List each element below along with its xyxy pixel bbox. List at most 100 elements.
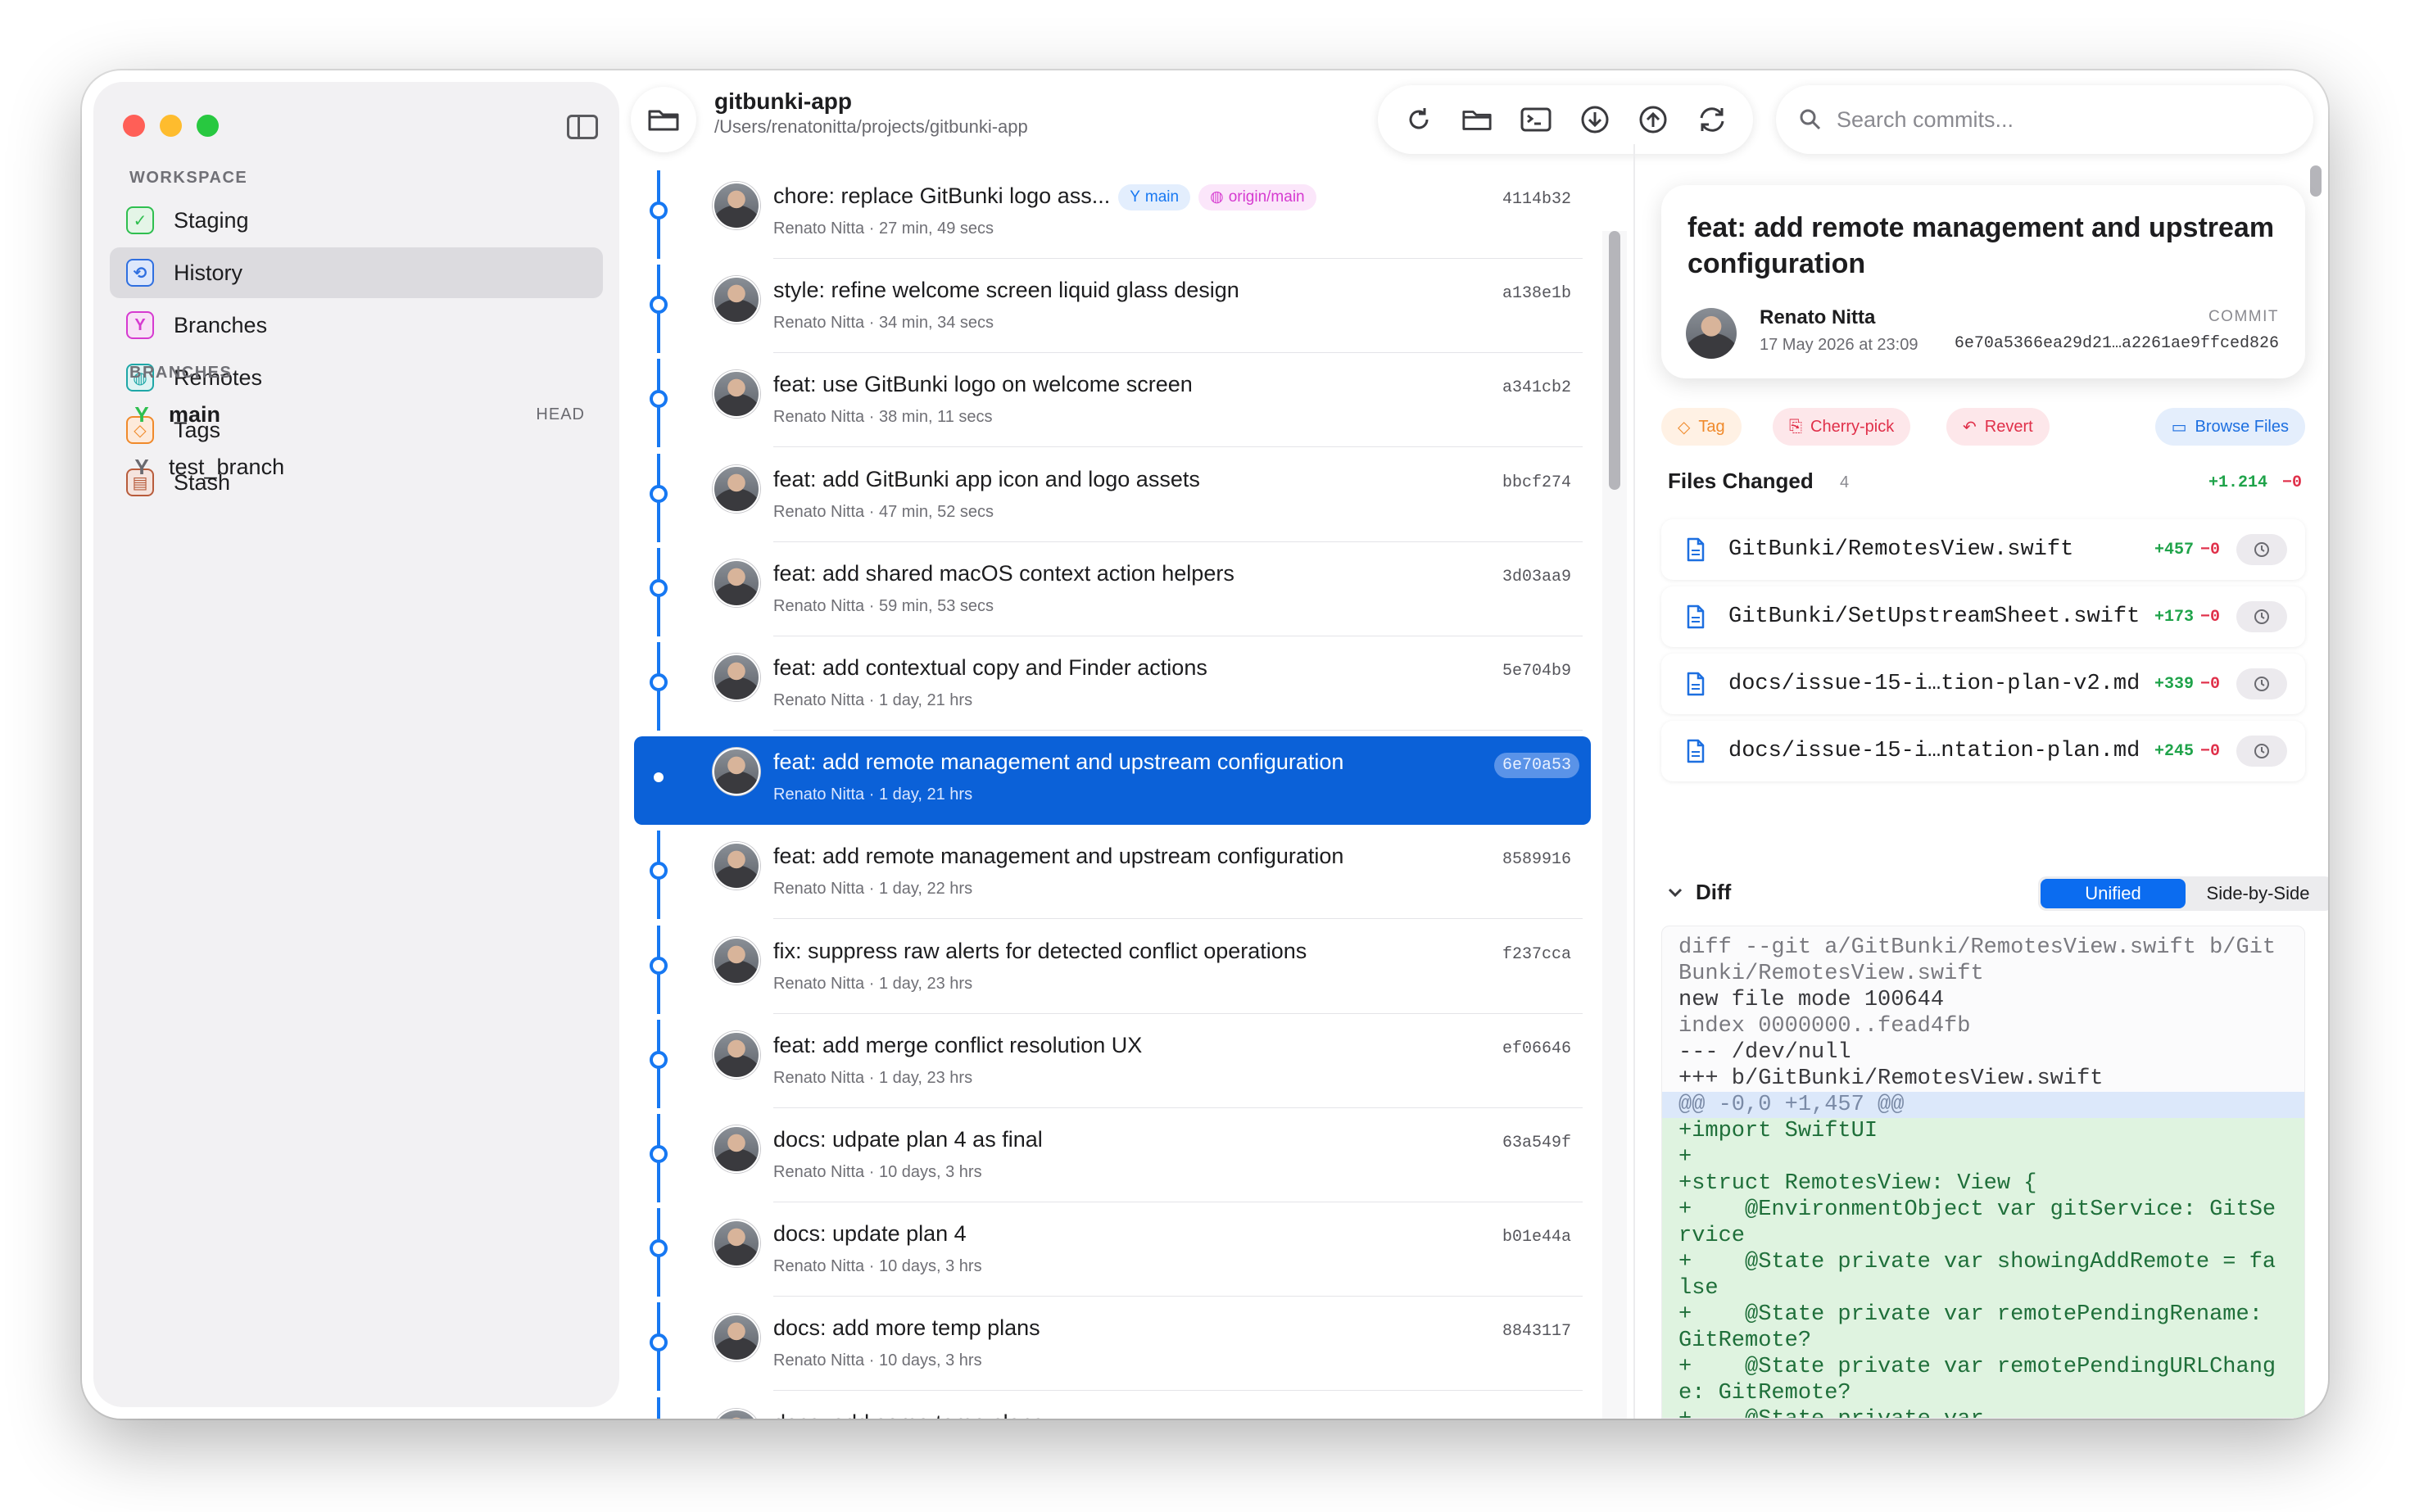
document-icon bbox=[1687, 604, 1705, 629]
commit-row[interactable]: chore: replace GitBunki logo ass... Ymain… bbox=[634, 170, 1591, 259]
history-icon bbox=[2254, 542, 2269, 557]
terminal-icon bbox=[1520, 107, 1552, 132]
meta-separator: · bbox=[864, 785, 879, 804]
workspace-section-label: WORKSPACE bbox=[129, 169, 248, 187]
side-by-side-mode-button[interactable]: Side-by-Side bbox=[2186, 879, 2328, 908]
refresh-button[interactable] bbox=[1398, 99, 1439, 140]
commit-list: chore: replace GitBunki logo ass... Ymain… bbox=[634, 170, 1604, 1419]
sidebar-item-history[interactable]: ⟲ History bbox=[110, 247, 603, 298]
commit-hash-short: ef06646 bbox=[1502, 1039, 1571, 1058]
file-deletions: −0 bbox=[2199, 608, 2220, 627]
commit-row[interactable]: feat: add contextual copy and Finder act… bbox=[634, 642, 1591, 731]
changed-file-row[interactable]: GitBunki/SetUpstreamSheet.swift +173 −0 bbox=[1661, 586, 2305, 647]
graph-node bbox=[650, 1145, 668, 1163]
branch-item-main[interactable]: Ymain HEAD bbox=[110, 388, 603, 441]
meta-separator: · bbox=[864, 1257, 879, 1276]
commit-author: Renato Nitta bbox=[773, 1257, 865, 1276]
sidebar-item-staging[interactable]: ✓ Staging bbox=[110, 195, 603, 246]
commit-row[interactable]: style: refine welcome screen liquid glas… bbox=[634, 265, 1591, 354]
commit-message-line: feat: add GitBunki app icon and logo ass… bbox=[773, 467, 1200, 492]
commit-message: feat: add contextual copy and Finder act… bbox=[773, 655, 1207, 680]
head-badge: HEAD bbox=[536, 405, 585, 423]
meta-separator: · bbox=[864, 880, 879, 899]
graph-node bbox=[650, 862, 668, 880]
commit-author: Renato Nitta bbox=[773, 974, 865, 993]
chevron-down-icon bbox=[1668, 888, 1683, 897]
commit-hash[interactable]: 6e70a5366ea29d21…a2261ae9ffced826 bbox=[1955, 334, 2279, 353]
avatar bbox=[713, 936, 760, 985]
file-history-button[interactable] bbox=[2236, 534, 2287, 565]
show-folder-button[interactable] bbox=[1456, 99, 1497, 140]
file-name: docs/issue-15-i…tion-plan-v2.md bbox=[1728, 672, 2140, 696]
minimize-window-button[interactable] bbox=[160, 115, 182, 137]
commit-author: Renato Nitta bbox=[773, 1163, 865, 1181]
detail-scrollbar[interactable] bbox=[2310, 165, 2322, 197]
document-icon bbox=[1687, 537, 1705, 562]
diff-title: Diff bbox=[1696, 880, 1732, 904]
meta-separator: · bbox=[864, 220, 879, 238]
sidebar-item-branches[interactable]: Y Branches bbox=[110, 300, 603, 351]
commit-row[interactable]: docs: update plan 4 Renato Nitta · 10 day… bbox=[634, 1208, 1591, 1297]
history-icon bbox=[2254, 609, 2269, 624]
terminal-button[interactable] bbox=[1515, 99, 1556, 140]
close-window-button[interactable] bbox=[123, 115, 145, 137]
diff-viewer[interactable]: diff --git a/GitBunki/RemotesView.swift … bbox=[1661, 926, 2305, 1419]
sidebar-toggle-icon[interactable] bbox=[567, 115, 598, 139]
open-repo-button[interactable] bbox=[631, 87, 696, 152]
zoom-window-button[interactable] bbox=[197, 115, 219, 137]
author-name: Renato Nitta bbox=[1760, 306, 1876, 328]
remote-tag[interactable]: ◍ origin/main bbox=[1198, 183, 1316, 211]
changed-file-row[interactable]: docs/issue-15-i…tion-plan-v2.md +339 −0 bbox=[1661, 654, 2305, 714]
file-history-button[interactable] bbox=[2236, 668, 2287, 699]
commit-message-line: docs: add some temp plans bbox=[773, 1410, 1044, 1419]
avatar bbox=[713, 748, 760, 796]
meta-separator: · bbox=[864, 408, 879, 427]
cherry-pick-button[interactable]: ⎘ Cherry-pick bbox=[1773, 408, 1911, 446]
diff-section-toggle[interactable]: Diff bbox=[1668, 880, 1731, 905]
avatar bbox=[713, 1125, 760, 1173]
sidebar-item-label: Staging bbox=[174, 207, 249, 233]
revert-button[interactable]: ↶ Revert bbox=[1946, 408, 2050, 446]
commit-row[interactable]: fix: suppress raw alerts for detected co… bbox=[634, 925, 1591, 1014]
author-avatar bbox=[1686, 308, 1737, 359]
commit-row[interactable]: docs: add some temp plansRenato Nitta · … bbox=[634, 1397, 1591, 1419]
commit-meta: Renato Nitta · 1 day, 23 hrs bbox=[773, 1069, 972, 1088]
changed-file-row[interactable]: GitBunki/RemotesView.swift +457 −0 bbox=[1661, 519, 2305, 580]
commit-time: 27 min, 49 secs bbox=[878, 220, 994, 238]
branch-item-test-branch[interactable]: Ytest_branch bbox=[110, 441, 603, 493]
files-changed-count: 4 bbox=[1840, 473, 1850, 491]
file-additions: +457 bbox=[2154, 541, 2194, 559]
commit-row[interactable]: feat: add shared macOS context action he… bbox=[634, 547, 1591, 636]
tag-button[interactable]: ◇ Tag bbox=[1661, 408, 1742, 446]
commit-row[interactable]: feat: add merge conflict resolution UX Re… bbox=[634, 1019, 1591, 1108]
revert-icon: ↶ bbox=[1963, 418, 1977, 437]
file-change-stats: +339 −0 bbox=[2154, 675, 2220, 694]
diff-line-add: +import SwiftUI bbox=[1662, 1118, 2304, 1144]
commit-time: 34 min, 34 secs bbox=[878, 314, 994, 333]
commit-row[interactable]: docs: add more temp plans Renato Nitta · … bbox=[634, 1302, 1591, 1392]
changed-file-row[interactable]: docs/issue-15-i…ntation-plan.md +245 −0 bbox=[1661, 721, 2305, 781]
commit-row[interactable]: feat: use GitBunki logo on welcome scree… bbox=[634, 359, 1591, 448]
pull-button[interactable] bbox=[1574, 99, 1615, 140]
commit-list-scrollbar[interactable] bbox=[1609, 231, 1620, 490]
file-history-button[interactable] bbox=[2236, 601, 2287, 632]
cherry-pick-icon: ⎘ bbox=[1789, 417, 1802, 436]
history-icon bbox=[2254, 677, 2269, 691]
refresh-icon bbox=[1409, 108, 1429, 129]
commit-meta: Renato Nitta · 27 min, 49 secs bbox=[773, 220, 994, 238]
unified-mode-button[interactable]: Unified bbox=[2041, 879, 2186, 908]
commit-message: feat: add remote management and upstream… bbox=[773, 844, 1344, 869]
commit-row[interactable]: feat: add GitBunki app icon and logo ass… bbox=[634, 453, 1591, 542]
commit-row[interactable]: docs: udpate plan 4 as final Renato Nitta… bbox=[634, 1114, 1591, 1202]
commit-message: feat: use GitBunki logo on welcome scree… bbox=[773, 372, 1193, 397]
pane-divider[interactable] bbox=[1633, 144, 1635, 1419]
branch-tag[interactable]: Ymain bbox=[1118, 183, 1191, 211]
graph-node bbox=[650, 673, 668, 691]
commit-row[interactable]: feat: add remote management and upstream… bbox=[634, 736, 1591, 826]
files-changed-title: Files Changed bbox=[1668, 469, 1814, 493]
browse-files-button[interactable]: ▭ Browse Files bbox=[2154, 408, 2305, 446]
diff-line-plain: --- /dev/null bbox=[1678, 1040, 1851, 1065]
file-history-button[interactable] bbox=[2236, 736, 2287, 767]
commit-message: docs: update plan 4 bbox=[773, 1221, 967, 1247]
commit-row[interactable]: feat: add remote management and upstream… bbox=[634, 831, 1591, 920]
